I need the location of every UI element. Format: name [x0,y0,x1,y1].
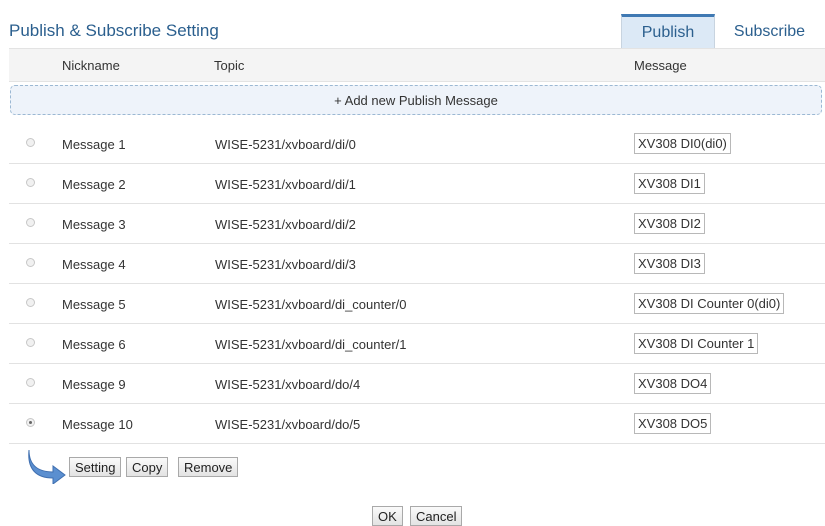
curved-arrow-icon [28,449,66,484]
table-row[interactable]: Message 3 WISE-5231/xvboard/di/2 XV308 D… [9,204,825,244]
row-radio[interactable] [26,138,35,147]
column-header-message: Message [634,58,687,73]
row-radio[interactable] [26,218,35,227]
row-nickname: Message 5 [62,297,126,312]
tab-publish[interactable]: Publish [621,14,715,48]
row-nickname: Message 3 [62,217,126,232]
table-row[interactable]: Message 2 WISE-5231/xvboard/di/1 XV308 D… [9,164,825,204]
row-topic: WISE-5231/xvboard/di/2 [215,217,356,232]
row-message: XV308 DI Counter 0(di0) [634,293,785,314]
column-header-topic: Topic [214,58,245,73]
table-row[interactable]: Message 10 WISE-5231/xvboard/do/5 XV308 … [9,404,825,444]
table-row[interactable]: Message 6 WISE-5231/xvboard/di_counter/1… [9,324,825,364]
row-message: XV308 DI Counter 1 [634,333,759,354]
table-row[interactable]: Message 9 WISE-5231/xvboard/do/4 XV308 D… [9,364,825,404]
row-message: XV308 DO4 [634,373,712,394]
row-radio[interactable] [26,338,35,347]
row-topic: WISE-5231/xvboard/di_counter/0 [215,297,407,312]
row-topic: WISE-5231/xvboard/di_counter/1 [215,337,407,352]
row-topic: WISE-5231/xvboard/di/1 [215,177,356,192]
row-message: XV308 DI3 [634,253,705,274]
row-topic: WISE-5231/xvboard/di/3 [215,257,356,272]
row-radio[interactable] [26,258,35,267]
row-nickname: Message 2 [62,177,126,192]
copy-button[interactable]: Copy [126,457,169,477]
row-topic: WISE-5231/xvboard/do/5 [215,417,361,432]
row-nickname: Message 6 [62,337,126,352]
table-row[interactable]: Message 4 WISE-5231/xvboard/di/3 XV308 D… [9,244,825,284]
ok-button[interactable]: OK [372,506,403,526]
remove-button[interactable]: Remove [178,457,239,477]
row-message: XV308 DI0(di0) [634,133,731,154]
tab-subscribe[interactable]: Subscribe [717,15,822,48]
message-list: Message 1 WISE-5231/xvboard/di/0 XV308 D… [9,124,825,444]
cancel-button[interactable]: Cancel [410,506,463,526]
row-nickname: Message 4 [62,257,126,272]
row-message: XV308 DI1 [634,173,705,194]
row-message: XV308 DI2 [634,213,705,234]
row-nickname: Message 10 [62,417,133,432]
row-radio[interactable] [26,378,35,387]
row-message: XV308 DO5 [634,413,712,434]
column-header-nickname: Nickname [62,58,120,73]
add-publish-message-button[interactable]: + Add new Publish Message [10,85,822,115]
row-topic: WISE-5231/xvboard/di/0 [215,137,356,152]
row-nickname: Message 1 [62,137,126,152]
row-nickname: Message 9 [62,377,126,392]
row-radio[interactable] [26,178,35,187]
table-header: Nickname Topic Message [9,48,825,82]
table-row[interactable]: Message 5 WISE-5231/xvboard/di_counter/0… [9,284,825,324]
row-topic: WISE-5231/xvboard/do/4 [215,377,361,392]
row-radio[interactable] [26,298,35,307]
setting-button[interactable]: Setting [69,457,122,477]
table-row[interactable]: Message 1 WISE-5231/xvboard/di/0 XV308 D… [9,124,825,164]
row-radio-selected[interactable] [26,418,35,427]
page-title: Publish & Subscribe Setting [9,21,219,40]
